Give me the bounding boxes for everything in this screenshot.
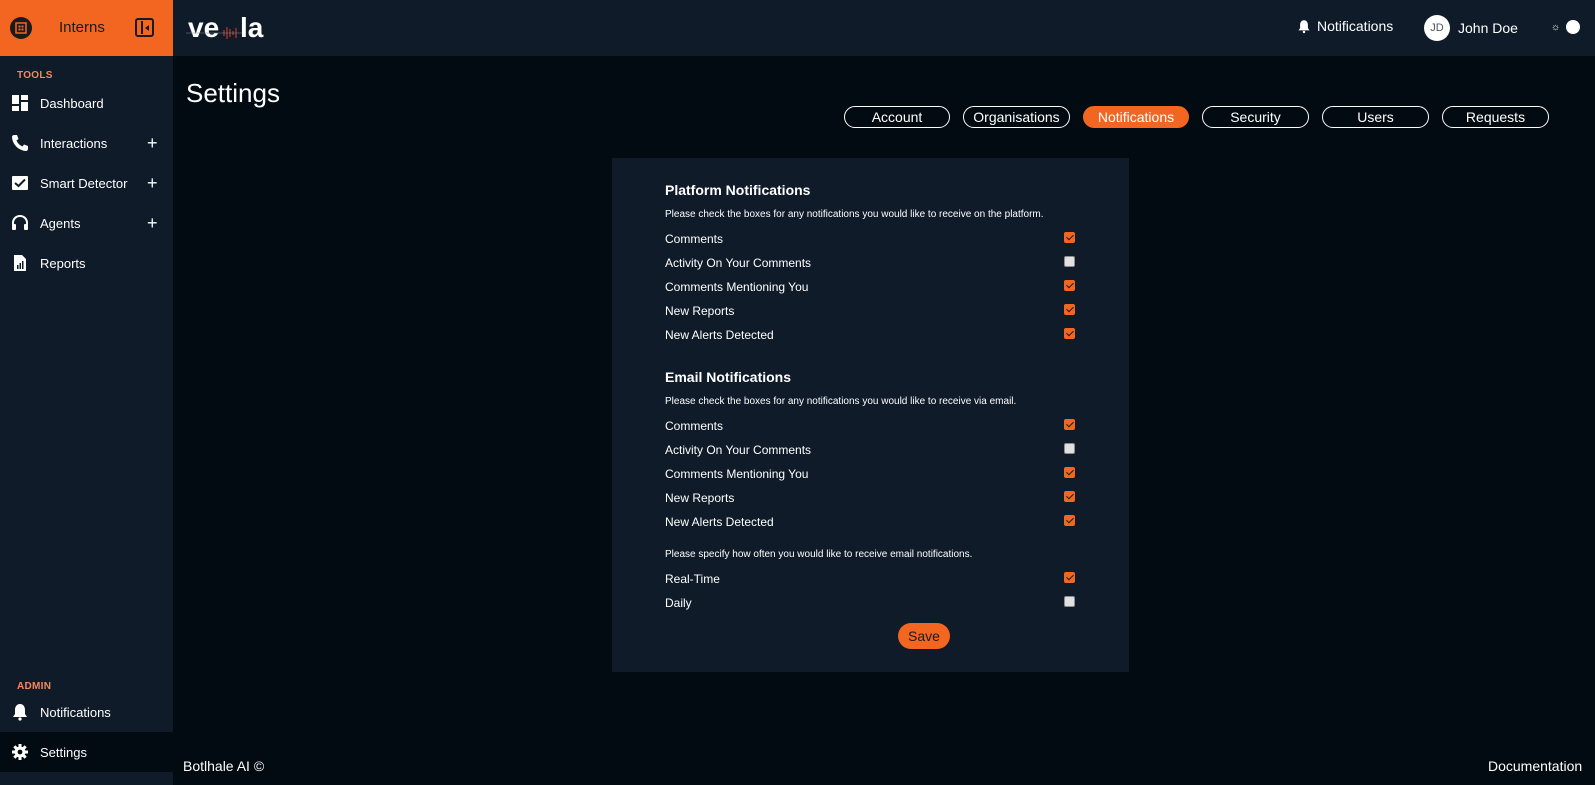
sidebar-item-label: Dashboard	[40, 95, 104, 111]
sidebar-item-settings[interactable]: Settings	[0, 732, 173, 772]
header-notifications-button[interactable]: Notifications	[1297, 18, 1393, 34]
sidebar: Interns TOOLS Dashboard Interactions + S…	[0, 0, 173, 785]
option-label: New Alerts Detected	[665, 515, 774, 529]
platform-new-reports-checkbox[interactable]	[1064, 304, 1075, 315]
expand-plus-icon[interactable]: +	[147, 134, 158, 152]
option-label: New Reports	[665, 304, 735, 318]
sun-icon: ☼	[1551, 21, 1561, 33]
sidebar-item-interactions[interactable]: Interactions +	[0, 123, 173, 163]
check-chart-icon	[12, 176, 28, 190]
email-notifications-description: Please check the boxes for any notificat…	[665, 396, 1017, 407]
email-new-alerts-checkbox[interactable]	[1064, 515, 1075, 526]
sidebar-item-notifications[interactable]: Notifications	[0, 692, 173, 732]
sidebar-item-label: Agents	[40, 215, 81, 231]
save-button[interactable]: Save	[898, 623, 950, 649]
tab-users[interactable]: Users	[1322, 106, 1429, 128]
sidebar-item-label: Settings	[40, 744, 87, 760]
tab-notifications[interactable]: Notifications	[1083, 106, 1189, 128]
svg-text:la: la	[240, 12, 264, 43]
platform-option-mentions: Comments Mentioning You	[665, 278, 1077, 296]
top-bar: ve la Notifications JD John Doe ☼	[173, 0, 1595, 56]
phone-icon	[12, 135, 28, 151]
email-notifications-title: Email Notifications	[665, 369, 792, 385]
avatar[interactable]: JD	[1424, 15, 1450, 41]
collapse-sidebar-button[interactable]	[135, 18, 154, 37]
notifications-panel: Platform Notifications Please check the …	[612, 158, 1129, 672]
platform-option-activity: Activity On Your Comments	[665, 254, 1077, 272]
option-label: New Reports	[665, 491, 735, 505]
platform-activity-checkbox[interactable]	[1064, 256, 1075, 267]
sidebar-item-label: Notifications	[40, 704, 111, 720]
user-name[interactable]: John Doe	[1458, 20, 1518, 36]
toggle-knob	[1566, 20, 1581, 34]
expand-plus-icon[interactable]: +	[147, 174, 158, 192]
platform-option-new-alerts: New Alerts Detected	[665, 326, 1077, 344]
frequency-option-real-time: Real-Time	[665, 570, 1077, 588]
svg-text:ve: ve	[188, 12, 219, 43]
sidebar-item-agents[interactable]: Agents +	[0, 203, 173, 243]
expand-plus-icon[interactable]: +	[147, 214, 158, 232]
tab-requests[interactable]: Requests	[1442, 106, 1549, 128]
sidebar-item-label: Smart Detector	[40, 175, 128, 191]
platform-new-alerts-checkbox[interactable]	[1064, 328, 1075, 339]
option-label: Comments Mentioning You	[665, 280, 809, 294]
option-label: Comments	[665, 419, 724, 433]
option-label: Activity On Your Comments	[665, 256, 812, 270]
sidebar-item-dashboard[interactable]: Dashboard	[0, 83, 173, 123]
email-option-new-alerts: New Alerts Detected	[665, 513, 1077, 531]
report-icon	[14, 255, 26, 271]
option-label: Activity On Your Comments	[665, 443, 812, 457]
option-label: New Alerts Detected	[665, 328, 774, 342]
tools-section-label: TOOLS	[17, 70, 53, 81]
platform-option-comments: Comments	[665, 230, 1077, 248]
theme-toggle[interactable]: ☼	[1551, 20, 1581, 34]
sidebar-item-label: Reports	[40, 255, 86, 271]
email-frequency-description: Please specify how often you would like …	[665, 549, 973, 560]
tab-organisations[interactable]: Organisations	[963, 106, 1070, 128]
header-notifications-label: Notifications	[1317, 18, 1394, 34]
platform-notifications-title: Platform Notifications	[665, 182, 811, 198]
gear-icon	[12, 744, 28, 760]
option-label: Comments	[665, 232, 724, 246]
tab-security[interactable]: Security	[1202, 106, 1309, 128]
email-comments-checkbox[interactable]	[1064, 419, 1075, 430]
platform-comments-checkbox[interactable]	[1064, 232, 1075, 243]
platform-notifications-description: Please check the boxes for any notificat…	[665, 209, 1044, 220]
platform-mentions-checkbox[interactable]	[1064, 280, 1075, 291]
email-new-reports-checkbox[interactable]	[1064, 491, 1075, 502]
frequency-option-daily: Daily	[665, 594, 1077, 612]
copyright-text: Botlhale AI ©	[183, 758, 265, 774]
option-label: Comments Mentioning You	[665, 467, 809, 481]
tab-account[interactable]: Account	[844, 106, 950, 128]
platform-option-new-reports: New Reports	[665, 302, 1077, 320]
email-option-mentions: Comments Mentioning You	[665, 465, 1077, 483]
option-label: Real-Time	[665, 572, 720, 586]
documentation-link[interactable]: Documentation	[1488, 758, 1582, 774]
admin-section-label: ADMIN	[17, 681, 52, 692]
sidebar-item-reports[interactable]: Reports	[0, 243, 173, 283]
real-time-checkbox[interactable]	[1064, 572, 1075, 583]
sidebar-item-smart-detector[interactable]: Smart Detector +	[0, 163, 173, 203]
email-option-comments: Comments	[665, 417, 1077, 435]
email-option-new-reports: New Reports	[665, 489, 1077, 507]
page-title: Settings	[186, 78, 280, 108]
brand-header: Interns	[0, 0, 173, 56]
email-activity-checkbox[interactable]	[1064, 443, 1075, 454]
email-mentions-checkbox[interactable]	[1064, 467, 1075, 478]
dashboard-icon	[12, 95, 28, 111]
headset-icon	[12, 214, 28, 230]
bell-icon	[13, 704, 27, 721]
option-label: Daily	[665, 596, 692, 610]
organisation-name: Interns	[59, 19, 105, 36]
organisation-logo-icon	[10, 17, 32, 39]
sidebar-item-label: Interactions	[40, 135, 108, 151]
bell-icon	[1298, 19, 1310, 33]
vela-logo: ve la	[186, 12, 264, 43]
daily-checkbox[interactable]	[1064, 596, 1075, 607]
email-option-activity: Activity On Your Comments	[665, 441, 1077, 459]
